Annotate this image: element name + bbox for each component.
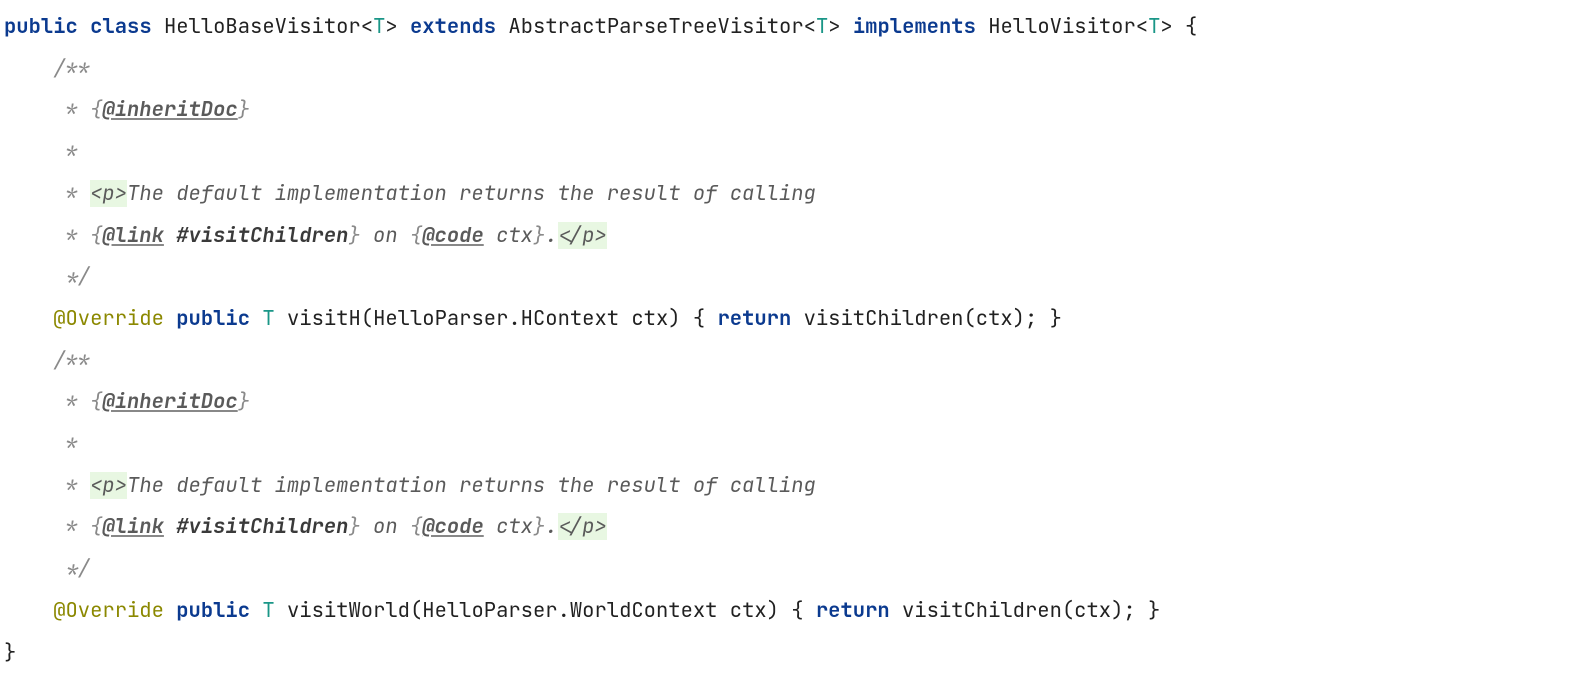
html-tag-p-close: </p>	[558, 222, 607, 249]
javadoc-tag-link: @link	[102, 222, 164, 249]
closing-brace: }	[4, 639, 16, 666]
javadoc-link-target: #visitChildren	[176, 222, 348, 249]
javadoc-block-1: /** * {@inheritDoc} * * <p>The default i…	[4, 55, 816, 291]
html-tag-p-open: <p>	[90, 180, 127, 207]
keyword-return: return	[717, 305, 791, 332]
interface-name: HelloVisitor	[988, 13, 1136, 40]
javadoc-tag-code: @code	[422, 222, 484, 249]
javadoc-close: */	[53, 263, 90, 290]
type-param: T	[373, 13, 385, 40]
keyword-class: class	[90, 13, 152, 40]
method-visit-h: @Override public T visitH(HelloParser.HC…	[4, 305, 1062, 332]
code-line-1: public class HelloBaseVisitor<T> extends…	[4, 13, 1197, 40]
keyword-public: public	[4, 13, 78, 40]
code-editor[interactable]: public class HelloBaseVisitor<T> extends…	[0, 0, 1590, 673]
method-visit-world: @Override public T visitWorld(HelloParse…	[4, 597, 1160, 624]
javadoc-text: The default implementation returns the r…	[127, 180, 816, 207]
javadoc-open: /**	[53, 55, 90, 82]
superclass-name: AbstractParseTreeVisitor	[508, 13, 803, 40]
annotation-override: @Override	[53, 305, 164, 332]
keyword-extends: extends	[410, 13, 496, 40]
javadoc-block-2: /** * {@inheritDoc} * * <p>The default i…	[4, 347, 816, 583]
class-name: HelloBaseVisitor	[164, 13, 361, 40]
method-signature: visitH(HelloParser.HContext ctx) {	[287, 305, 718, 332]
keyword-implements: implements	[853, 13, 976, 40]
javadoc-tag-inheritdoc: @inheritDoc	[102, 96, 237, 123]
